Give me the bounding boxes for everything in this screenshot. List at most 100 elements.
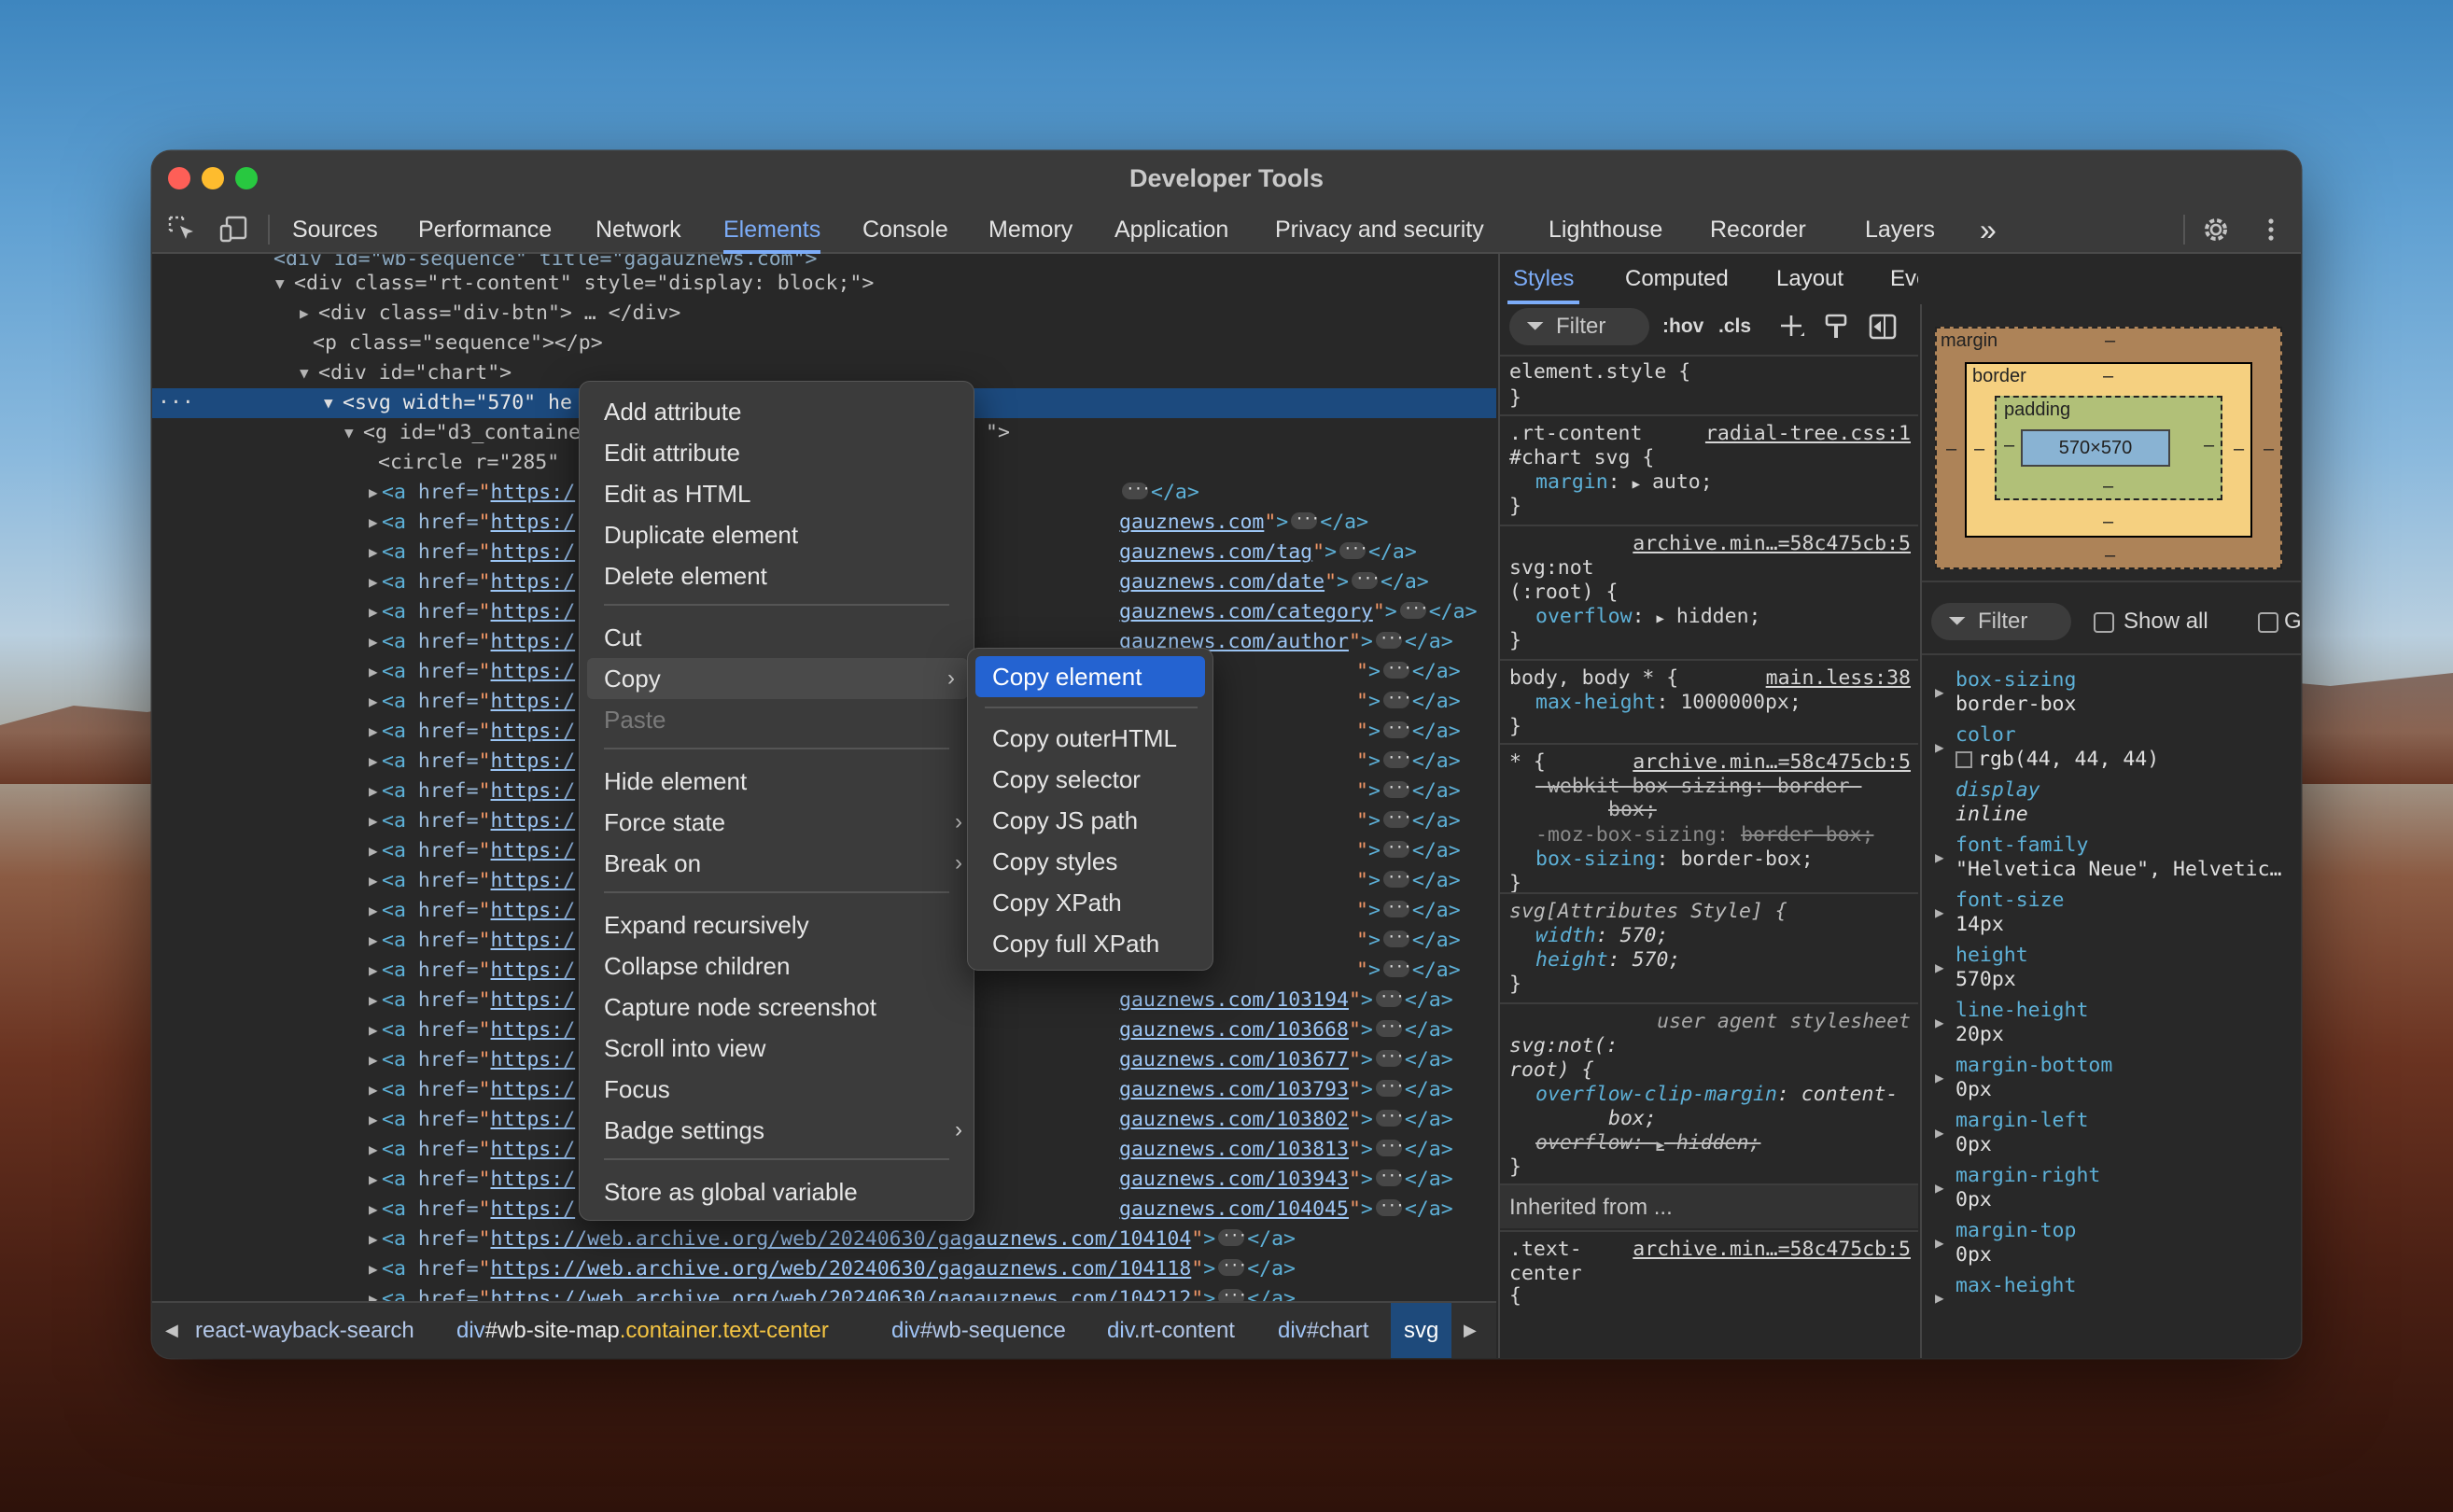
tab-recorder[interactable]: Recorder — [1710, 205, 1806, 254]
submenu-item-copy-selector[interactable]: Copy selector — [975, 759, 1205, 800]
tab-computed[interactable]: Computed — [1625, 254, 1729, 304]
breadcrumb-item[interactable]: div#chart — [1278, 1303, 1368, 1358]
submenu-item-copy-xpath[interactable]: Copy XPath — [975, 882, 1205, 923]
style-rule-body[interactable]: body, body * { main.less:38 max-height: … — [1500, 659, 1918, 743]
collapsed-content-icon[interactable] — [1375, 1071, 1404, 1101]
dom-row-anchor[interactable]: ▶ <a href="https://web.archive.org/web/20… — [152, 1281, 1496, 1301]
style-rule-element[interactable]: element.style { } — [1500, 355, 1918, 414]
collapsed-content-icon[interactable] — [1122, 474, 1150, 504]
show-all-checkbox[interactable] — [2094, 612, 2114, 633]
device-toolbar-icon[interactable] — [217, 213, 251, 246]
close-window-button[interactable] — [168, 167, 190, 189]
submenu-item-copy-outerhtml[interactable]: Copy outerHTML — [975, 718, 1205, 759]
collapsed-content-icon[interactable] — [1218, 1251, 1246, 1281]
expand-triangle-icon[interactable]: ▶ — [1935, 1011, 1944, 1035]
box-model-margin[interactable]: margin – – – – border – – – – padding – … — [1935, 327, 2282, 569]
tab-layout[interactable]: Layout — [1776, 254, 1843, 304]
collapsed-content-icon[interactable] — [1375, 1012, 1404, 1042]
menu-item-expand-recursively[interactable]: Expand recursively — [580, 904, 975, 945]
box-model-border[interactable]: border – – – – padding – – – 570×570 — [1965, 362, 2252, 538]
style-rule-text-center[interactable]: .text- archive.min…=58c475cb:5 center { — [1500, 1230, 1918, 1314]
tab-event-listeners[interactable]: Event Listeners — [1890, 254, 1918, 304]
collapsed-content-icon[interactable] — [1218, 1281, 1246, 1301]
tab-sources[interactable]: Sources — [292, 205, 378, 254]
tab-performance[interactable]: Performance — [418, 205, 552, 254]
collapsed-content-icon[interactable] — [1375, 623, 1404, 653]
computed-property[interactable]: ▶ margin-top 0px — [1935, 1219, 2076, 1267]
expand-triangle-icon[interactable]: ▶ — [1935, 1121, 1944, 1145]
menu-item-scroll-into-view[interactable]: Scroll into view — [580, 1028, 975, 1069]
computed-filter-input[interactable]: ⏷ Filter — [1931, 603, 2071, 640]
dom-row-anchor[interactable]: ▶ <a href="https://web.archive.org/web/20… — [152, 1221, 1496, 1254]
box-model-content[interactable]: 570×570 — [2021, 429, 2170, 467]
breadcrumb-item[interactable]: react-wayback-search — [195, 1303, 414, 1358]
collapsed-content-icon[interactable] — [1382, 713, 1411, 743]
menu-item-focus[interactable]: Focus — [580, 1069, 975, 1110]
styles-filter-input[interactable]: ⏷ Filter — [1509, 308, 1649, 345]
expand-triangle-icon[interactable]: ▶ — [1935, 1231, 1944, 1255]
style-rule-rt-content[interactable]: .rt-content radial-tree.css:1 #chart svg… — [1500, 414, 1918, 525]
menu-item-add-attribute[interactable]: Add attribute — [580, 391, 975, 432]
menu-item-duplicate-element[interactable]: Duplicate element — [580, 514, 975, 555]
collapsed-content-icon[interactable] — [1375, 1042, 1404, 1071]
breadcrumb-item[interactable]: div#wb-sequence — [891, 1303, 1066, 1358]
menu-item-hide-element[interactable]: Hide element — [580, 761, 975, 802]
expand-triangle-icon[interactable]: ▶ — [1935, 1066, 1944, 1090]
breadcrumb-scroll-right-icon[interactable]: ▶ — [1464, 1303, 1477, 1358]
expand-triangle-icon[interactable]: ▶ — [1935, 735, 1944, 760]
computed-property[interactable]: ▶ color rgb(44, 44, 44) — [1935, 723, 2159, 772]
expand-triangle-icon[interactable]: ▶ — [1935, 846, 1944, 870]
collapsed-content-icon[interactable] — [1382, 743, 1411, 773]
stylesheet-link[interactable]: archive.min…=58c475cb:5 — [1633, 750, 1911, 775]
style-rule-universal[interactable]: * { archive.min…=58c475cb:5 -webkit-box-… — [1500, 743, 1918, 895]
collapsed-content-icon[interactable] — [1382, 683, 1411, 713]
collapsed-content-icon[interactable] — [1351, 564, 1380, 594]
tab-styles[interactable]: Styles — [1507, 254, 1580, 304]
menu-item-delete-element[interactable]: Delete element — [580, 555, 975, 596]
expand-triangle-icon[interactable]: ▶ — [1935, 680, 1944, 705]
computed-property[interactable]: ▶ line-height 20px — [1935, 999, 2088, 1047]
more-tabs-button[interactable]: » — [1980, 205, 1997, 254]
tab-memory[interactable]: Memory — [988, 205, 1072, 254]
menu-item-edit-as-html[interactable]: Edit as HTML — [580, 473, 975, 514]
collapsed-content-icon[interactable] — [1382, 892, 1411, 922]
color-swatch[interactable] — [1955, 751, 1972, 768]
collapsed-content-icon[interactable] — [1339, 534, 1367, 564]
collapsed-content-icon[interactable] — [1375, 1131, 1404, 1161]
more-vertical-icon[interactable] — [2254, 213, 2288, 246]
minimize-window-button[interactable] — [202, 167, 224, 189]
stylesheet-link[interactable]: main.less:38 — [1766, 666, 1911, 691]
hover-state-toggle[interactable]: :hov — [1662, 308, 1703, 345]
submenu-item-copy-full-xpath[interactable]: Copy full XPath — [975, 923, 1205, 964]
menu-item-copy[interactable]: Copy › — [587, 658, 968, 699]
computed-property[interactable]: ▶ font-size 14px — [1935, 889, 2065, 937]
toggle-sidebar-icon[interactable] — [1866, 310, 1899, 343]
zoom-window-button[interactable] — [235, 167, 258, 189]
collapsed-content-icon[interactable] — [1375, 1101, 1404, 1131]
collapsed-content-icon[interactable] — [1382, 862, 1411, 892]
expand-triangle-icon[interactable]: ▶ — [1935, 1286, 1944, 1310]
computed-property[interactable]: ▶ margin-right 0px — [1935, 1164, 2100, 1212]
style-rule-svg-not-root[interactable]: archive.min…=58c475cb:5 svg:not (:root) … — [1500, 525, 1918, 659]
collapsed-content-icon[interactable] — [1382, 833, 1411, 862]
menu-item-badge-settings[interactable]: Badge settings › — [580, 1110, 975, 1151]
menu-item-edit-attribute[interactable]: Edit attribute — [580, 432, 975, 473]
collapsed-content-icon[interactable] — [1382, 922, 1411, 952]
collapsed-content-icon[interactable] — [1375, 982, 1404, 1012]
menu-item-collapse-children[interactable]: Collapse children — [580, 945, 975, 987]
breadcrumb-item[interactable]: div#wb-site-map.container.text-center — [456, 1303, 829, 1358]
menu-item-cut[interactable]: Cut — [580, 617, 975, 658]
style-rule-user-agent[interactable]: user agent stylesheet svg:not(: root) { … — [1500, 1002, 1918, 1183]
computed-property[interactable]: ▶ margin-left 0px — [1935, 1109, 2088, 1157]
menu-item-break-on[interactable]: Break on › — [580, 843, 975, 884]
expand-triangle-icon[interactable]: ▶ — [1935, 1176, 1944, 1200]
breadcrumb-item-selected[interactable]: svg — [1391, 1303, 1452, 1358]
gear-icon[interactable] — [2199, 213, 2233, 246]
computed-property[interactable]: ▶ font-family "Helvetica Neue", Helvetic… — [1935, 833, 2282, 882]
computed-property[interactable]: ▶ box-sizing border-box — [1935, 668, 2076, 717]
tab-lighthouse[interactable]: Lighthouse — [1549, 205, 1662, 254]
collapsed-content-icon[interactable] — [1375, 1191, 1404, 1221]
collapsed-content-icon[interactable] — [1375, 1161, 1404, 1191]
computed-property[interactable]: ▶ max-height — [1935, 1274, 2076, 1307]
tab-elements[interactable]: Elements — [723, 205, 821, 254]
